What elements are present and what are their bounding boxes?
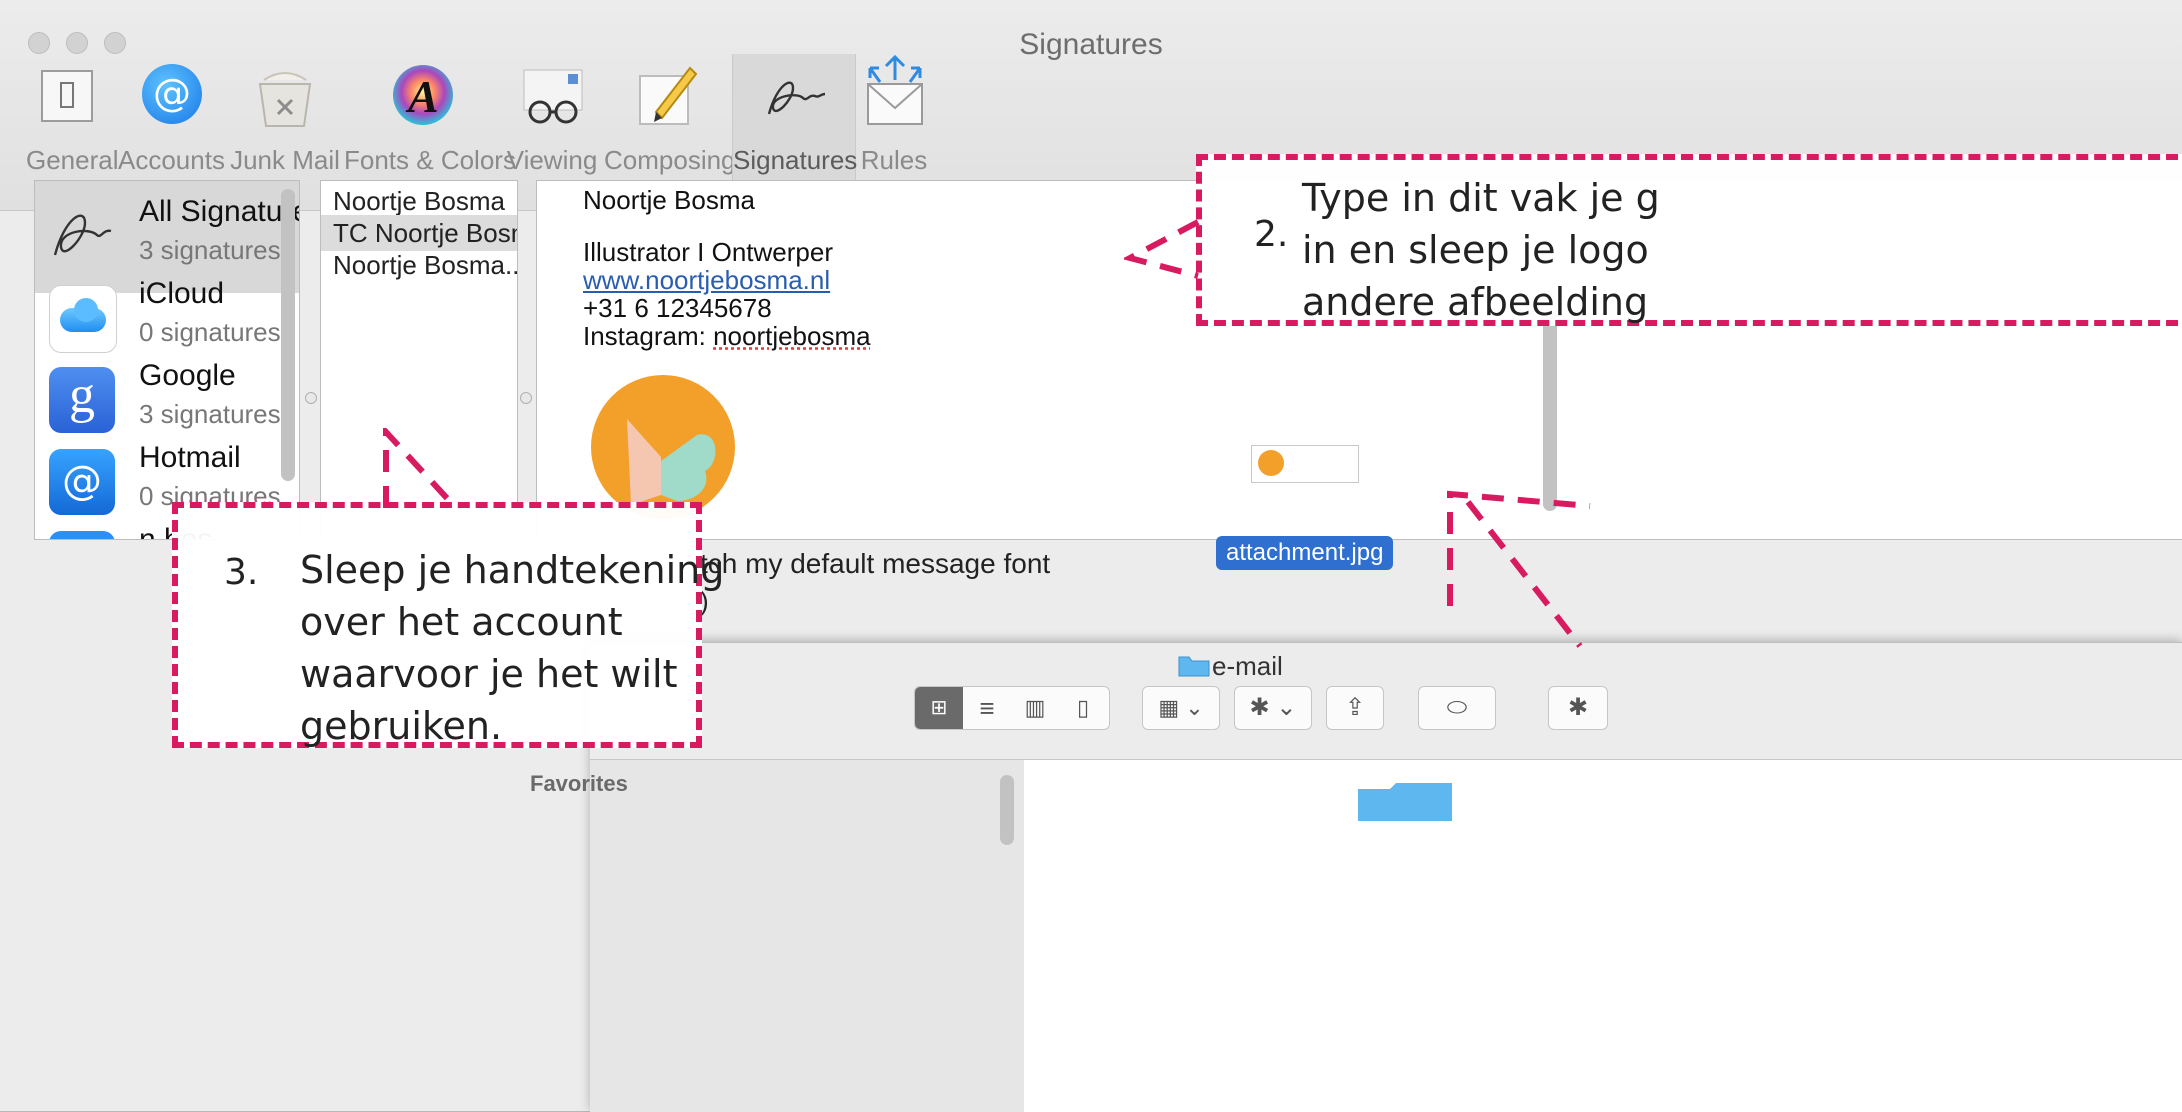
callout-pointer <box>383 428 459 511</box>
google-icon: g <box>49 367 115 433</box>
window-title: Signatures <box>1019 28 1163 61</box>
tab-rules-label: Rules <box>860 145 928 175</box>
pencil-paper-icon <box>639 66 698 125</box>
accounts-scrollbar[interactable] <box>281 189 295 481</box>
finder-title: e-mail <box>1212 651 1283 681</box>
signature-icon <box>767 81 826 115</box>
finder-sidebar <box>590 760 1026 1112</box>
folder-icon <box>1178 656 1210 677</box>
signature-website-link[interactable]: www.noortjebosma.nl <box>583 265 830 296</box>
tab-general-label: General <box>26 145 119 175</box>
callout-number: 2. <box>1254 214 1289 255</box>
editor-scrollbar[interactable] <box>1543 311 1557 511</box>
favorites-header: Favorites <box>530 771 628 796</box>
callout-pointer <box>1124 219 1200 279</box>
tag-icon[interactable]: ⬭ <box>1418 686 1496 730</box>
account-count: 3 signatures <box>139 399 281 429</box>
at-sign-icon: @ <box>142 64 202 124</box>
tab-accounts-label: Accounts <box>118 145 225 175</box>
signature-name-text: Noortje Bosma <box>583 185 755 215</box>
junk-mail-icon <box>258 72 312 127</box>
match-font-checkbox-label[interactable]: tch my default message font <box>700 548 1050 580</box>
action-gear-icon[interactable]: ✱ ⌄ <box>1234 686 1312 730</box>
signature-role-text: Illustrator I Ontwerper <box>583 237 833 267</box>
signature-icon <box>53 214 112 256</box>
finder-window: e-mail Favorites <box>530 642 2182 1112</box>
account-name: Hotmail <box>139 441 241 474</box>
at-sign-icon: @ <box>49 449 115 515</box>
column-view-icon[interactable]: ▥ <box>1011 687 1059 729</box>
callout-number: 3. <box>224 552 259 593</box>
accounts-list[interactable]: All Signatures 3 signatures iCloud 0 sig… <box>34 180 300 540</box>
tab-viewing-label: Viewing <box>506 145 598 175</box>
dragged-file-label: attachment.jpg <box>1216 536 1394 570</box>
fonts-colors-icon: A <box>393 65 453 125</box>
cover-flow-icon[interactable]: ▯ <box>1059 687 1107 729</box>
finder-sidebar-scrollbar[interactable] <box>1000 775 1014 845</box>
signature-item[interactable]: Noortje Bosma... <box>321 247 517 283</box>
callout-text: Type in dit vak je g in en sleep je logo… <box>1302 176 1660 324</box>
list-view-icon[interactable]: ≡ <box>963 687 1011 729</box>
mail-icon <box>49 531 115 539</box>
tab-composing-label: Composing <box>604 145 736 175</box>
instruction-callout-2: 2. Type in dit vak je g in en sleep je l… <box>1196 154 2182 326</box>
icon-view-icon[interactable]: ⊞ <box>915 687 963 729</box>
svg-text:A: A <box>405 71 439 122</box>
icloud-icon <box>49 285 117 353</box>
splitter-handle[interactable] <box>520 392 532 404</box>
share-icon[interactable]: ⇪ <box>1326 686 1384 730</box>
arrange-icon[interactable]: ▦ ⌄ <box>1142 686 1220 730</box>
account-count: 0 signatures <box>139 317 281 347</box>
account-name: All Signatures <box>139 195 299 228</box>
account-name: iCloud <box>139 277 225 310</box>
tab-fonts-colors-label: Fonts & Colors <box>344 145 516 175</box>
tab-signatures-label: Signatures <box>733 145 858 175</box>
dragged-image-preview <box>1251 445 1359 483</box>
signature-item[interactable]: TC Noortje Bosma <box>321 215 517 251</box>
callout-text: Sleep je handtekening over het account w… <box>300 548 725 748</box>
glasses-icon <box>523 69 583 124</box>
signature-phone-text: +31 6 12345678 <box>583 293 772 323</box>
account-name: Google <box>139 359 236 392</box>
mail-preferences-window: Signatures General @ Accounts Junk Mail <box>0 0 2182 1112</box>
tab-junk-mail-label: Junk Mail <box>230 145 340 175</box>
signature-instagram-label: Instagram: <box>583 321 714 351</box>
instruction-callout-3: 3. Sleep je handtekening over het accoun… <box>172 502 724 748</box>
rules-envelope-icon <box>867 54 923 125</box>
splitter-handle[interactable] <box>305 392 317 404</box>
general-switch-icon <box>41 70 93 122</box>
account-count: 3 signatures <box>139 235 281 265</box>
view-mode-segmented[interactable]: ⊞ ≡ ▥ ▯ <box>914 686 1110 730</box>
signature-item[interactable]: Noortje Bosma <box>321 183 517 219</box>
callout-pointer <box>1447 490 1591 648</box>
dropbox-icon[interactable]: ✱ <box>1548 686 1608 730</box>
signature-instagram-handle: noortjebosma <box>713 321 871 351</box>
finder-content <box>1024 760 2182 1112</box>
folder-icon <box>1358 783 1452 821</box>
